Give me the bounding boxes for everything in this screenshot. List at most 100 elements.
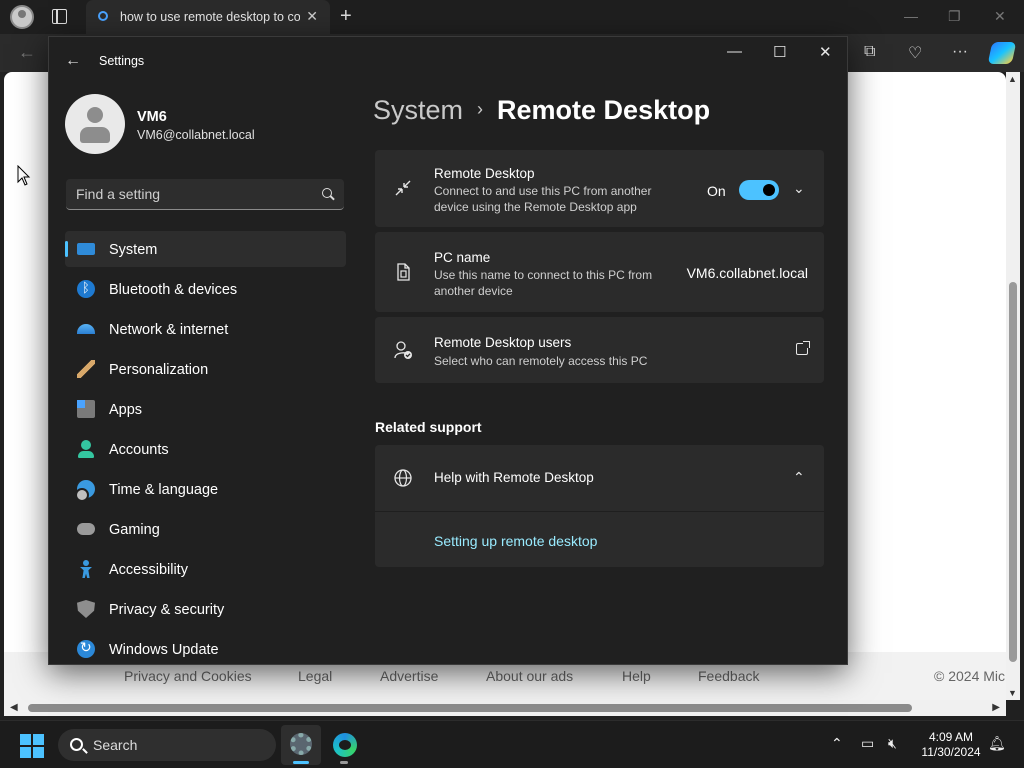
browser-tab[interactable]: how to use remote desktop to co ✕: [86, 0, 330, 34]
sidebar-item-accessibility[interactable]: Accessibility: [65, 551, 346, 587]
scroll-thumb-horizontal[interactable]: [28, 704, 912, 712]
sidebar-item-network[interactable]: Network & internet: [65, 311, 346, 347]
sidebar-item-label: Gaming: [109, 522, 160, 538]
minimize-icon[interactable]: —: [727, 43, 742, 60]
sidebar-item-label: Network & internet: [109, 322, 229, 338]
pc-name-title: PC name: [434, 250, 491, 265]
back-arrow-icon[interactable]: ←: [65, 52, 81, 70]
edge-browser-icon: [333, 733, 357, 757]
footer-link-advertise[interactable]: Advertise: [380, 668, 438, 684]
close-icon[interactable]: ✕: [819, 43, 832, 61]
taskbar-search-label: Search: [93, 737, 138, 753]
footer-link-feedback[interactable]: Feedback: [698, 668, 759, 684]
update-icon: [77, 639, 95, 658]
show-hidden-icons-icon[interactable]: ⌃: [831, 735, 843, 752]
remote-desktop-toggle[interactable]: [739, 180, 779, 200]
browser-back-icon[interactable]: ←: [18, 42, 36, 63]
apps-icon: [77, 400, 95, 418]
browser-minimize-icon[interactable]: —: [904, 8, 918, 24]
mouse-cursor-icon: [17, 165, 31, 186]
collections-icon[interactable]: ⧉: [864, 43, 875, 61]
user-email: VM6@collabnet.local: [137, 128, 255, 142]
scroll-down-icon[interactable]: ▼: [1008, 688, 1017, 698]
remote-desktop-users-card[interactable]: Remote Desktop users Select who can remo…: [375, 317, 824, 383]
user-name: VM6: [137, 109, 167, 125]
breadcrumb-parent[interactable]: System: [373, 95, 463, 125]
sidebar-item-label: Time & language: [109, 482, 219, 498]
sidebar-item-time-language[interactable]: Time & language: [65, 471, 346, 507]
scroll-up-icon[interactable]: ▲: [1008, 74, 1017, 84]
sidebar-item-privacy[interactable]: Privacy & security: [65, 591, 346, 627]
person-check-icon: [394, 341, 412, 359]
window-title: Settings: [99, 54, 145, 68]
taskbar-clock[interactable]: 4:09 AM 11/30/2024: [916, 730, 986, 760]
help-expander-header[interactable]: Help with Remote Desktop ⌃: [375, 445, 824, 511]
footer-link-privacy[interactable]: Privacy and Cookies: [124, 668, 252, 684]
tab-actions-icon[interactable]: [52, 9, 67, 24]
windows-start-icon[interactable]: [20, 734, 44, 758]
scroll-thumb[interactable]: [1009, 282, 1017, 662]
vertical-scrollbar[interactable]: ▲ ▼: [1006, 72, 1020, 700]
taskbar-settings-app[interactable]: [281, 725, 321, 765]
network-status-icon[interactable]: ▭: [861, 735, 874, 752]
sidebar-item-accounts[interactable]: Accounts: [65, 431, 346, 467]
sidebar-item-personalization[interactable]: Personalization: [65, 351, 346, 387]
accessibility-icon: [77, 560, 95, 578]
sidebar-item-label: Personalization: [109, 362, 209, 378]
avatar[interactable]: [65, 94, 125, 154]
notification-bell-icon[interactable]: 🔔︎: [988, 735, 1006, 752]
sidebar-item-label: Apps: [109, 402, 143, 418]
footer-link-legal[interactable]: Legal: [298, 668, 332, 684]
pc-file-icon: [397, 263, 410, 281]
scroll-left-icon[interactable]: ◀: [10, 702, 18, 713]
footer-link-about-ads[interactable]: About our ads: [486, 668, 573, 684]
profile-avatar-icon[interactable]: [10, 5, 34, 29]
help-title: Help with Remote Desktop: [434, 470, 594, 485]
find-setting-input[interactable]: [66, 179, 306, 209]
sidebar-item-windows-update[interactable]: Windows Update: [65, 631, 346, 664]
browser-essentials-icon[interactable]: ♡: [908, 43, 922, 63]
browser-close-icon[interactable]: ✕: [994, 8, 1006, 25]
sidebar-item-system[interactable]: System: [65, 231, 346, 267]
maximize-icon[interactable]: ☐: [773, 43, 786, 61]
browser-tab-bar: how to use remote desktop to co ✕ + — ❐ …: [0, 0, 1024, 34]
pc-name-desc-2: another device: [434, 284, 513, 298]
remote-desktop-icon: [395, 180, 411, 196]
setting-up-remote-desktop-link[interactable]: Setting up remote desktop: [434, 533, 597, 549]
sidebar-item-label: Accessibility: [109, 562, 188, 578]
running-indicator: [340, 761, 348, 764]
sidebar-item-gaming[interactable]: Gaming: [65, 511, 346, 547]
horizontal-scrollbar[interactable]: ◀ ▶: [4, 700, 1006, 716]
toggle-state-label: On: [707, 183, 726, 199]
globe-icon: [394, 469, 412, 487]
find-setting-box: [66, 179, 344, 210]
volume-muted-icon[interactable]: 🔇︎: [888, 735, 897, 752]
sidebar-item-apps[interactable]: Apps: [65, 391, 346, 427]
shield-icon: [77, 600, 95, 618]
scroll-right-icon[interactable]: ▶: [992, 702, 1000, 713]
new-tab-icon[interactable]: +: [340, 5, 352, 28]
search-icon: [70, 738, 83, 751]
chevron-up-icon[interactable]: ⌃: [793, 469, 805, 486]
sidebar-item-label: Bluetooth & devices: [109, 282, 238, 298]
browser-tab-title: how to use remote desktop to co: [120, 10, 300, 24]
open-external-icon[interactable]: [796, 341, 810, 355]
pc-name-value: VM6.collabnet.local: [686, 265, 808, 281]
rd-users-title: Remote Desktop users: [434, 335, 572, 350]
chevron-down-icon[interactable]: ⌄: [793, 180, 805, 197]
remote-desktop-desc-1: Connect to and use this PC from another: [434, 184, 652, 198]
taskbar-edge-app[interactable]: [324, 725, 364, 765]
close-tab-icon[interactable]: ✕: [306, 8, 318, 25]
clock-time: 4:09 AM: [928, 730, 974, 744]
rd-users-desc: Select who can remotely access this PC: [434, 354, 648, 368]
more-options-icon[interactable]: ···: [952, 43, 968, 61]
pc-name-desc-1: Use this name to connect to this PC from: [434, 268, 653, 282]
browser-restore-icon[interactable]: ❐: [948, 8, 961, 25]
remote-desktop-card[interactable]: Remote Desktop Connect to and use this P…: [375, 150, 824, 227]
taskbar-search[interactable]: Search: [58, 729, 276, 761]
footer-link-help[interactable]: Help: [622, 668, 651, 684]
page-title: Remote Desktop: [497, 95, 711, 125]
sidebar-item-bluetooth[interactable]: Bluetooth & devices: [65, 271, 346, 307]
search-icon[interactable]: [322, 188, 332, 198]
divider: [375, 511, 824, 512]
